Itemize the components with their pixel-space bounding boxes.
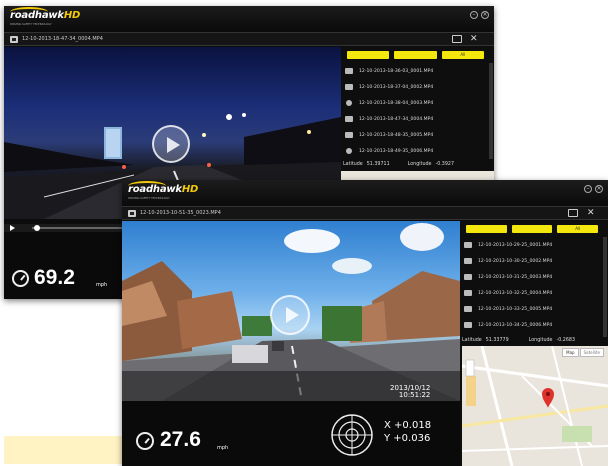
decorative-strip	[4, 436, 122, 464]
video-timestamp: 2013/10/12 10:51:22	[390, 384, 431, 399]
minimize-icon[interactable]: –	[584, 185, 592, 193]
speed-unit: mph	[96, 282, 108, 288]
gps-map[interactable]: Map Satellite	[462, 346, 608, 466]
minimize-icon[interactable]: –	[470, 11, 478, 19]
gps-readout: Latitude 51.33779 Longitude -0.2683	[462, 338, 576, 343]
video-file-icon	[10, 36, 18, 43]
tools-icon[interactable]: ✕	[587, 208, 595, 218]
y-value: +0.036	[393, 433, 431, 444]
video-file-icon	[345, 84, 353, 90]
list-item[interactable]: 12-10-2013-18-37-04_0002.MP4	[341, 79, 487, 95]
list-item[interactable]: 12-10-2013-18-36-03_0001.MP4	[341, 63, 487, 79]
current-filename: 12-10-2013-18-47-34_0004.MP4	[22, 36, 103, 42]
folder-icon[interactable]	[568, 209, 578, 217]
play-icon[interactable]	[10, 225, 15, 231]
seek-handle[interactable]	[34, 225, 40, 231]
video-file-icon	[464, 274, 472, 280]
gsensor-crosshair-icon	[331, 414, 373, 456]
list-item[interactable]: 12-10-2013-10-34-25_0006.MP4	[460, 317, 601, 333]
tab-map[interactable]: Map	[562, 348, 579, 357]
video-file-icon	[464, 322, 472, 328]
list-scrollbar[interactable]	[603, 237, 607, 337]
play-button[interactable]	[270, 295, 310, 335]
speed-value: 27.6	[160, 428, 201, 451]
filter-button-2[interactable]	[394, 51, 437, 59]
file-panel: All 12-10-2013-10-29-25_0001.MP4 12-10-2…	[460, 221, 608, 466]
gps-readout: Latitude 51.39711 Longitude -0.3927	[343, 162, 455, 167]
video-file-icon	[345, 68, 353, 74]
filter-button-1[interactable]	[347, 51, 390, 59]
video-file-icon	[464, 242, 472, 248]
current-filename: 12-10-2013-10-51-35_0023.MP4	[140, 210, 221, 216]
video-file-icon	[464, 306, 472, 312]
dashboard-strip: 69.2 mph	[4, 232, 122, 299]
video-file-icon	[345, 132, 353, 138]
map-roads	[462, 346, 608, 466]
list-item[interactable]: 12-10-2013-18-38-04_0003.MP4	[341, 95, 487, 111]
video-file-icon	[128, 210, 136, 217]
file-bar: 12-10-2013-18-47-34_0004.MP4 ✕	[4, 32, 494, 46]
speed-unit: mph	[217, 445, 229, 451]
play-button[interactable]	[152, 125, 190, 163]
file-list: 12-10-2013-10-29-25_0001.MP4 12-10-2013-…	[460, 237, 601, 333]
close-icon[interactable]: ×	[481, 11, 489, 19]
list-item[interactable]: 12-10-2013-18-48-35_0005.MP4	[341, 127, 487, 143]
y-label: Y	[384, 433, 391, 444]
list-item[interactable]: 12-10-2013-10-32-25_0004.MP4	[460, 285, 601, 301]
filter-button-1[interactable]	[466, 225, 507, 233]
tab-satellite[interactable]: Satellite	[579, 348, 604, 357]
folder-icon[interactable]	[452, 35, 462, 43]
close-icon[interactable]: ×	[595, 185, 603, 193]
list-item[interactable]: 12-10-2013-18-47-34_0004.MP4	[341, 111, 487, 127]
map-type-toggle[interactable]: Map Satellite	[562, 348, 604, 357]
speedometer-icon	[136, 432, 154, 450]
speed-value: 69.2	[34, 266, 75, 289]
list-item[interactable]: 12-10-2013-10-33-25_0005.MP4	[460, 301, 601, 317]
gsensor-readout: X +0.018 Y +0.036	[384, 419, 431, 445]
title-bar: roadhawkHD DRIVING SAFETY TECHNOLOGY – ×	[4, 6, 494, 32]
video-file-icon	[464, 290, 472, 296]
file-list: 12-10-2013-18-36-03_0001.MP4 12-10-2013-…	[341, 63, 487, 159]
file-bar: 12-10-2013-10-51-35_0023.MP4 ✕	[122, 206, 608, 220]
roadhawk-logo: roadhawkHD DRIVING SAFETY TECHNOLOGY	[10, 7, 80, 26]
title-bar: roadhawkHD DRIVING SAFETY TECHNOLOGY – ×	[122, 180, 608, 206]
tools-icon[interactable]: ✕	[470, 34, 478, 44]
x-value: +0.018	[394, 420, 432, 431]
list-item[interactable]: 12-10-2013-10-30-25_0002.MP4	[460, 253, 601, 269]
video-file-icon	[464, 258, 472, 264]
zoom-control[interactable]	[465, 359, 475, 377]
speedometer-icon	[12, 270, 29, 287]
event-icon	[346, 100, 352, 106]
dashboard-strip: 27.6 mph X +0.018 Y +0.036	[122, 401, 460, 466]
list-item[interactable]: 12-10-2013-10-29-25_0001.MP4	[460, 237, 601, 253]
event-icon	[346, 148, 352, 154]
filter-button-2[interactable]	[511, 225, 553, 233]
list-item[interactable]: 12-10-2013-18-49-35_0006.MP4	[341, 143, 487, 159]
app-window-front: roadhawkHD DRIVING SAFETY TECHNOLOGY – ×…	[122, 180, 608, 466]
filter-button-all[interactable]: All	[441, 51, 484, 59]
roadhawk-logo: roadhawkHD DRIVING SAFETY TECHNOLOGY	[128, 181, 198, 200]
filter-button-all[interactable]: All	[557, 225, 599, 233]
video-player[interactable]: 2013/10/12 10:51:22	[122, 221, 460, 401]
list-item[interactable]: 12-10-2013-10-31-25_0003.MP4	[460, 269, 601, 285]
list-scrollbar[interactable]	[489, 63, 493, 159]
x-label: X	[384, 420, 391, 431]
video-file-icon	[345, 116, 353, 122]
